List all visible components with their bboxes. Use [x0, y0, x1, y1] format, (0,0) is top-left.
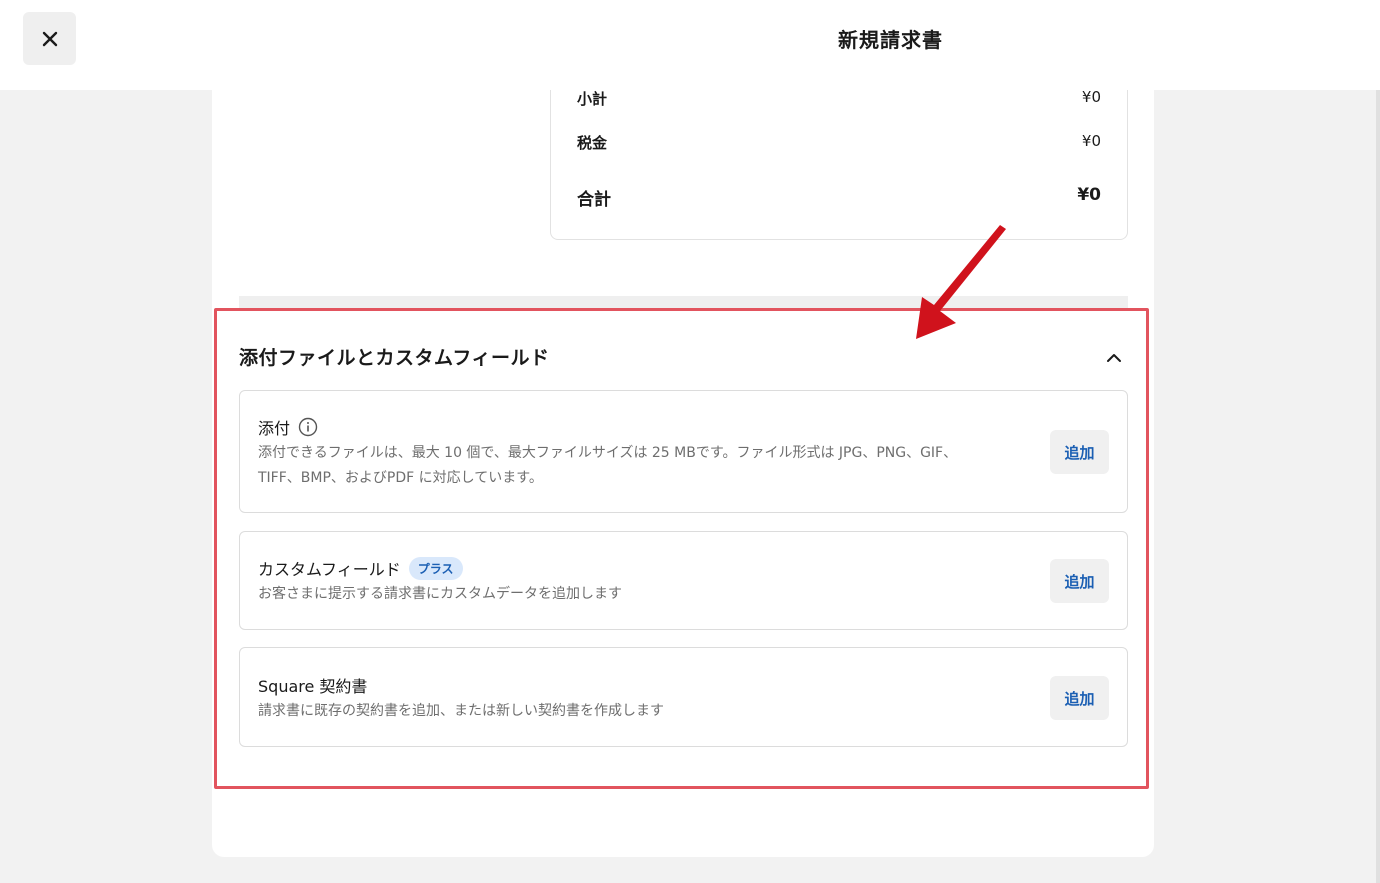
close-icon — [42, 31, 57, 46]
tax-label: 税金 — [577, 134, 608, 152]
tax-row: 税金 ¥0 — [577, 132, 1101, 153]
total-value: ¥0 — [1077, 185, 1101, 205]
pointer-arrow-icon — [916, 225, 1006, 339]
scrollbar[interactable] — [1376, 90, 1380, 883]
page-title: 新規請求書 — [838, 28, 943, 52]
highlight-box — [214, 308, 1149, 789]
subtotal-row: 小計 ¥0 — [577, 88, 1101, 109]
subtotal-label: 小計 — [577, 90, 608, 108]
subtotal-value: ¥0 — [1081, 88, 1101, 106]
close-button[interactable] — [23, 12, 76, 65]
tax-value: ¥0 — [1081, 132, 1101, 150]
total-label: 合計 — [577, 190, 611, 210]
total-row: 合計 ¥0 — [577, 185, 1101, 210]
top-bar: 新規請求書 — [0, 0, 1380, 90]
